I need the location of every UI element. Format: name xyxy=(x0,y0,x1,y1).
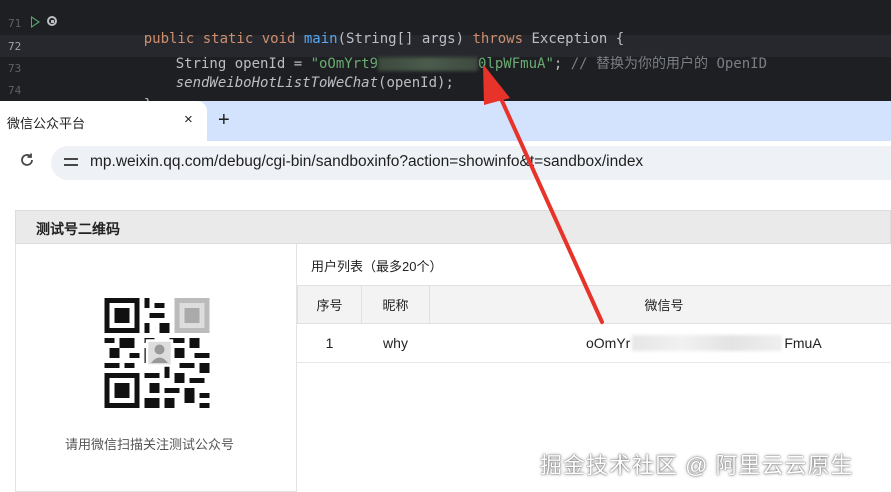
qr-panel-header xyxy=(15,210,891,244)
line-number: 74 xyxy=(8,84,22,97)
code-line-74: } xyxy=(110,81,152,101)
code-args: (openId); xyxy=(378,75,454,91)
cell-nickname: why xyxy=(383,335,408,351)
qr-code-image xyxy=(104,298,210,408)
line-number: 73 xyxy=(8,62,22,75)
line-number: 72 xyxy=(8,40,22,53)
line-number: 71 xyxy=(8,17,22,30)
qr-caption: 请用微信扫描关注测试公众号 xyxy=(65,437,235,452)
cell-openid: oOmYr FmuA xyxy=(429,324,891,362)
redacted-openid xyxy=(632,335,783,351)
code-comment: // 替换为你的用户的 OpenID xyxy=(570,56,768,72)
reload-icon[interactable] xyxy=(19,151,35,173)
column-header-wechat-id: 微信号 xyxy=(429,285,891,324)
url-text[interactable]: mp.weixin.qq.com/debug/cgi-bin/sandboxin… xyxy=(90,153,643,171)
close-icon[interactable]: × xyxy=(184,111,193,129)
qr-panel-title: 测试号二维码 xyxy=(36,221,120,237)
column-header-nickname: 昵称 xyxy=(361,285,430,324)
new-tab-icon[interactable]: + xyxy=(218,108,230,132)
run-icon[interactable] xyxy=(31,16,40,28)
table-divider xyxy=(297,362,891,363)
code-semicolon: ; xyxy=(553,56,571,72)
openid-end: FmuA xyxy=(784,335,822,351)
site-info-icon[interactable] xyxy=(64,154,78,170)
column-header-index: 序号 xyxy=(297,285,362,324)
code-editor[interactable]: 71 72 73 74 public static void main(Stri… xyxy=(0,0,891,101)
tab-title[interactable]: 微信公众平台 xyxy=(7,113,85,132)
cell-index: 1 xyxy=(325,335,334,351)
debug-icon[interactable] xyxy=(47,16,57,26)
watermark-text: 掘金技术社区 @ 阿里云云原生 xyxy=(540,453,854,478)
code-string-end: 0lpWFmuA" xyxy=(478,56,554,72)
code-method-call: sendWeiboHotListToWeChat xyxy=(175,75,379,91)
openid-start: oOmYr xyxy=(586,335,631,351)
code-line-73: sendWeiboHotListToWeChat(openId); xyxy=(142,59,454,101)
user-list-title: 用户列表（最多20个） xyxy=(311,259,443,274)
